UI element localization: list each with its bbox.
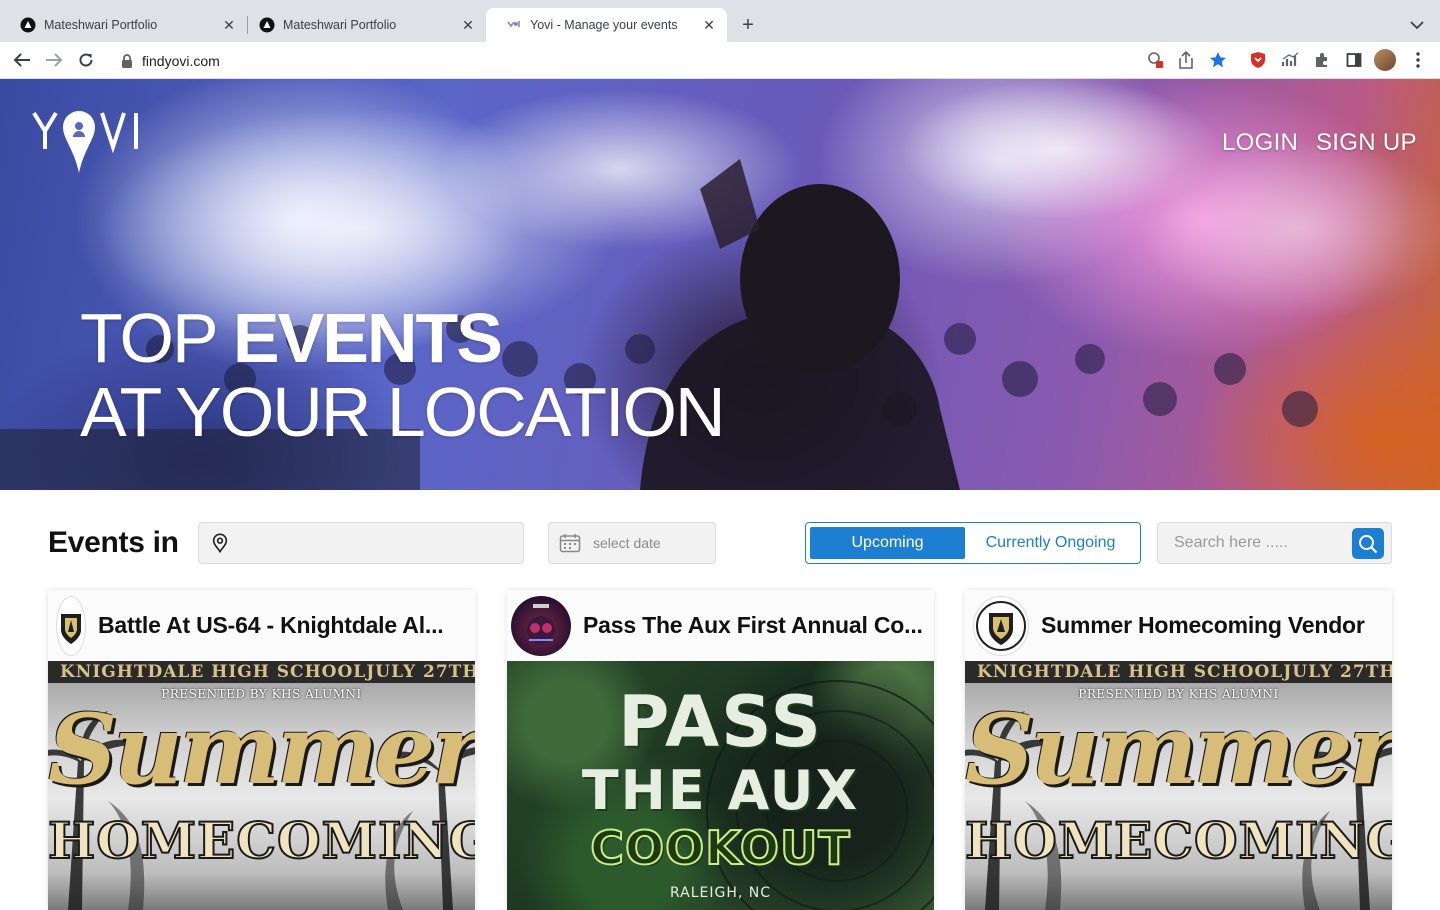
poster-dates: JULY 27TH - 30TH, 2023 bbox=[366, 662, 475, 682]
pass-the-aux-avatar bbox=[511, 595, 571, 656]
knightdale-crest-avatar bbox=[973, 595, 1029, 656]
close-tab-icon[interactable]: ✕ bbox=[701, 17, 717, 33]
poster-the-aux: THE AUX bbox=[581, 759, 860, 822]
event-status-toggle: Upcoming Currently Ongoing bbox=[805, 522, 1141, 564]
signup-link[interactable]: SIGN UP bbox=[1316, 129, 1417, 157]
poster-cookout: COOKOUT bbox=[589, 820, 851, 876]
browser-tabstrip: Mateshwari Portfolio ✕ Mateshwari Portfo… bbox=[0, 0, 1440, 42]
poster-top-band: KNIGHTDALE HIGH SCHOOLJULY 27TH - 30TH, … bbox=[965, 661, 1392, 683]
url-text: findyovi.com bbox=[142, 52, 220, 69]
search-box[interactable]: Search here ..... bbox=[1157, 522, 1392, 564]
poster-school: KNIGHTDALE HIGH SCHOOL bbox=[977, 662, 1284, 682]
event-poster-image[interactable]: KNIGHTDALE HIGH SCHOOLJULY 27TH - 30TH, … bbox=[965, 661, 1392, 910]
hero-banner: LOGIN SIGN UP TOP EVENTS AT YOUR LOCATIO… bbox=[0, 79, 1440, 490]
event-card-header: Pass The Aux First Annual Co... bbox=[507, 590, 934, 661]
browser-tab-3-active[interactable]: Yovi - Manage your events ✕ bbox=[486, 8, 727, 42]
headline-top: TOP bbox=[80, 299, 233, 377]
back-arrow-icon[interactable] bbox=[10, 48, 34, 72]
tab-title: Yovi - Manage your events bbox=[530, 18, 678, 32]
event-card[interactable]: Summer Homecoming Vendor KNIGHTDALE HIGH… bbox=[965, 590, 1392, 910]
date-picker-input[interactable]: select date bbox=[548, 522, 716, 564]
search-button[interactable] bbox=[1352, 528, 1384, 559]
yovi-logo[interactable] bbox=[32, 109, 142, 175]
new-tab-plus-icon[interactable]: + bbox=[736, 13, 760, 37]
tab-title: Mateshwari Portfolio bbox=[283, 18, 397, 32]
browser-menu-dots-icon[interactable] bbox=[1408, 50, 1428, 70]
reload-icon[interactable] bbox=[74, 48, 98, 72]
poster-script-title: Summer bbox=[48, 693, 475, 806]
bookmark-star-icon[interactable] bbox=[1208, 50, 1228, 70]
event-card-header: Battle At US-64 - Knightdale Al... bbox=[48, 590, 475, 661]
lock-icon bbox=[120, 53, 134, 68]
yovi-favicon-icon bbox=[506, 17, 522, 33]
share-icon[interactable] bbox=[1176, 50, 1196, 70]
browser-tab-1[interactable]: Mateshwari Portfolio ✕ bbox=[0, 8, 247, 42]
headline-location: AT YOUR LOCATION bbox=[80, 373, 725, 451]
login-link[interactable]: LOGIN bbox=[1222, 129, 1298, 157]
poster-city: RALEIGH, NC bbox=[669, 885, 772, 901]
date-placeholder: select date bbox=[593, 535, 661, 551]
browser-toolbar: findyovi.com bbox=[0, 42, 1440, 79]
extensions-puzzle-icon[interactable] bbox=[1312, 50, 1332, 70]
location-input[interactable] bbox=[198, 522, 524, 564]
close-tab-icon[interactable]: ✕ bbox=[221, 17, 237, 33]
headline-events: EVENTS bbox=[232, 299, 503, 377]
search-icon bbox=[1359, 534, 1378, 553]
profile-avatar[interactable] bbox=[1374, 49, 1396, 71]
event-card[interactable]: Battle At US-64 - Knightdale Al... KNIGH… bbox=[48, 590, 475, 910]
event-card[interactable]: Pass The Aux First Annual Co... PASS THE… bbox=[507, 590, 934, 910]
blocked-popup-icon[interactable] bbox=[1145, 50, 1165, 70]
event-poster-image[interactable]: PASS THE AUX COOKOUT RALEIGH, NC bbox=[507, 661, 934, 910]
hero-headline: TOP EVENTS AT YOUR LOCATION bbox=[80, 299, 725, 451]
vercel-favicon-icon bbox=[259, 17, 275, 33]
close-tab-icon[interactable]: ✕ bbox=[460, 17, 476, 33]
browser-tab-2[interactable]: Mateshwari Portfolio ✕ bbox=[239, 8, 486, 42]
vercel-favicon-icon bbox=[20, 17, 36, 33]
event-card-header: Summer Homecoming Vendor bbox=[965, 590, 1392, 661]
event-poster-image[interactable]: KNIGHTDALE HIGH SCHOOLJULY 27TH - 30TH, … bbox=[48, 661, 475, 910]
address-bar[interactable]: findyovi.com bbox=[108, 46, 1236, 75]
tab-title: Mateshwari Portfolio bbox=[44, 18, 158, 32]
tab-search-chevron-icon[interactable] bbox=[1406, 14, 1428, 36]
event-title[interactable]: Summer Homecoming Vendor bbox=[1041, 612, 1365, 639]
knightdale-crest-avatar bbox=[56, 595, 86, 656]
poster-pass: PASS bbox=[618, 681, 823, 763]
side-panel-icon[interactable] bbox=[1344, 50, 1364, 70]
location-pin-icon bbox=[212, 533, 228, 553]
poster-homecoming: HOMECOMING bbox=[965, 810, 1392, 871]
poster-homecoming: HOMECOMING bbox=[48, 810, 475, 871]
poster-script-title: Summer bbox=[965, 693, 1392, 806]
events-in-label: Events in bbox=[48, 526, 179, 559]
search-placeholder: Search here ..... bbox=[1174, 534, 1288, 551]
event-title[interactable]: Pass The Aux First Annual Co... bbox=[583, 612, 923, 639]
upcoming-toggle-button[interactable]: Upcoming bbox=[810, 527, 965, 559]
forward-arrow-icon[interactable] bbox=[42, 48, 66, 72]
poster-school: KNIGHTDALE HIGH SCHOOL bbox=[60, 662, 367, 682]
shield-extension-icon[interactable] bbox=[1248, 50, 1268, 70]
poster-top-band: KNIGHTDALE HIGH SCHOOLJULY 27TH - 30TH, … bbox=[48, 661, 475, 683]
event-title[interactable]: Battle At US-64 - Knightdale Al... bbox=[98, 612, 443, 639]
chart-extension-icon[interactable] bbox=[1280, 50, 1300, 70]
ongoing-toggle-button[interactable]: Currently Ongoing bbox=[965, 527, 1136, 559]
poster-dates: JULY 27TH - 30TH, 2023 bbox=[1283, 662, 1392, 682]
calendar-icon bbox=[559, 534, 581, 553]
